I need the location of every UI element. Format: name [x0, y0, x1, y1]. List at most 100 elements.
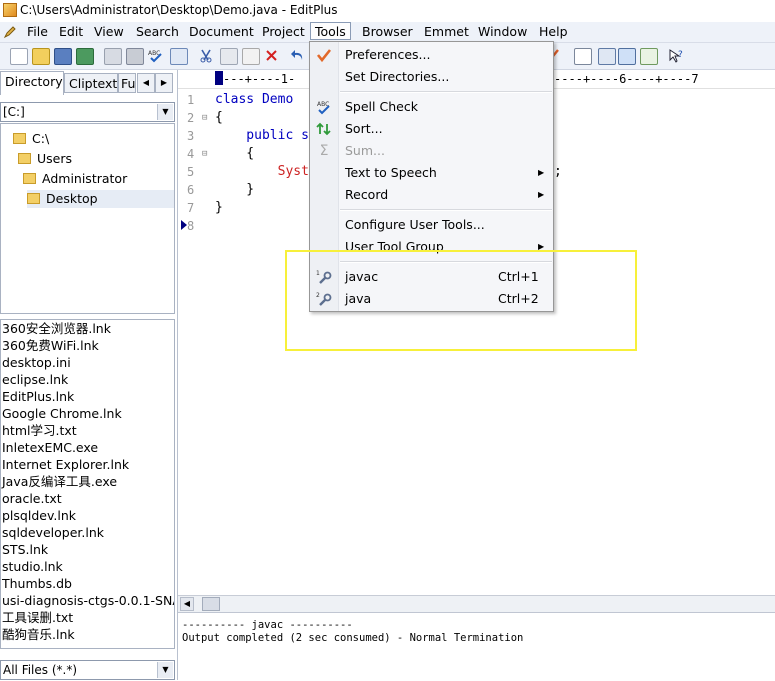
menu-document[interactable]: Document [185, 23, 258, 40]
code-line: { [215, 110, 223, 125]
list-item[interactable]: Internet Explorer.lnk [1, 456, 174, 473]
menu-edit[interactable]: Edit [55, 23, 87, 40]
list-item[interactable]: InletexEMC.exe [1, 439, 174, 456]
submenu-arrow-icon: ▶ [538, 190, 545, 199]
list-item[interactable]: 360免费WiFi.lnk [1, 337, 174, 354]
line-number: 5 [187, 165, 195, 179]
directory-panel: Directory Cliptext Fu ◀ ▶ [C:] ▼ C:\ Use… [0, 70, 178, 680]
fold-toggle-icon[interactable]: ⊟ [202, 149, 207, 159]
folder-item[interactable]: Administrator [23, 170, 127, 188]
list-item[interactable]: studio.lnk [1, 558, 174, 575]
folder-item-selected[interactable]: Desktop [27, 190, 174, 208]
chevron-down-icon: ▼ [157, 662, 173, 678]
folder-icon [23, 173, 36, 184]
output-line: Output completed (2 sec consumed) - Norm… [182, 632, 524, 644]
copy-icon[interactable] [220, 48, 238, 65]
list-item[interactable]: plsqldev.lnk [1, 507, 174, 524]
line-number: 3 [187, 129, 195, 143]
menu-separator [340, 91, 552, 93]
window-title: C:\Users\Administrator\Desktop\Demo.java… [20, 3, 338, 17]
list-item[interactable]: STS.lnk [1, 541, 174, 558]
new-file-icon[interactable] [10, 48, 28, 65]
list-item[interactable]: desktop.ini [1, 354, 174, 371]
menu-item-text-to-speech[interactable]: Text to Speech ▶ [311, 162, 552, 184]
menu-search[interactable]: Search [132, 23, 183, 40]
folder-tree: C:\ Users Administrator Desktop [0, 123, 175, 314]
save-all-icon[interactable] [76, 48, 94, 65]
fullscreen-icon[interactable] [640, 48, 658, 65]
menu-help[interactable]: Help [535, 23, 572, 40]
line-number: 1 [187, 93, 195, 107]
list-item[interactable]: 工具误删.txt [1, 609, 174, 626]
save-icon[interactable] [54, 48, 72, 65]
list-item[interactable]: 酷狗音乐.lnk [1, 626, 174, 643]
folder-icon [13, 133, 26, 144]
spell-check-icon: ABC [316, 99, 332, 115]
checkmark-icon [316, 47, 332, 63]
line-number: 6 [187, 183, 195, 197]
list-item[interactable]: Google Chrome.lnk [1, 405, 174, 422]
menu-emmet[interactable]: Emmet [420, 23, 473, 40]
list-item[interactable]: EditPlus.lnk [1, 388, 174, 405]
list-item[interactable]: eclipse.lnk [1, 371, 174, 388]
tab-directory[interactable]: Directory [0, 71, 64, 95]
menu-item-sort[interactable]: Sort... [311, 118, 552, 140]
drive-select[interactable]: [C:] ▼ [0, 102, 175, 122]
list-item[interactable]: 360安全浏览器.lnk [1, 320, 174, 337]
folder-item[interactable]: Users [18, 150, 72, 168]
file-list: 360安全浏览器.lnk 360免费WiFi.lnk desktop.ini e… [0, 319, 175, 649]
print-icon[interactable] [126, 48, 144, 65]
menu-item-sum[interactable]: Σ Sum... [311, 140, 552, 162]
menu-item-configure-user-tools[interactable]: Configure User Tools... [311, 214, 552, 236]
list-item[interactable]: oracle.txt [1, 490, 174, 507]
menu-view[interactable]: View [90, 23, 128, 40]
menu-item-spell-check[interactable]: ABC Spell Check [311, 96, 552, 118]
code-line: } [215, 182, 255, 197]
browser-icon[interactable] [170, 48, 188, 65]
list-item[interactable]: usi-diagnosis-ctgs-0.0.1-SNAF [1, 592, 174, 609]
list-item[interactable]: Java反编译工具.exe [1, 473, 174, 490]
ruler-toggle-icon[interactable] [598, 48, 616, 65]
title-bar: C:\Users\Administrator\Desktop\Demo.java… [0, 0, 775, 22]
menu-item-record[interactable]: Record ▶ [311, 184, 552, 206]
tab-cliptext[interactable]: Cliptext [64, 73, 118, 93]
paste-icon[interactable] [242, 48, 260, 65]
tab-scroll-left-button[interactable]: ◀ [137, 73, 155, 93]
pencil-icon [3, 25, 17, 39]
menu-project[interactable]: Project [258, 23, 309, 40]
open-folder-icon[interactable] [32, 48, 50, 65]
cut-icon[interactable] [198, 48, 214, 63]
word-wrap-icon[interactable] [574, 48, 592, 65]
list-item[interactable]: html学习.txt [1, 422, 174, 439]
menu-window[interactable]: Window [474, 23, 531, 40]
fold-toggle-icon[interactable]: ⊟ [202, 113, 207, 123]
tab-scroll-right-button[interactable]: ▶ [155, 73, 173, 93]
scrollbar-thumb[interactable] [202, 597, 220, 611]
code-line: Syst [215, 164, 309, 179]
file-filter-select[interactable]: All Files (*.*) ▼ [0, 660, 175, 680]
menu-item-preferences[interactable]: Preferences... [311, 44, 552, 66]
menu-browser[interactable]: Browser [358, 23, 417, 40]
sum-icon: Σ [319, 143, 329, 159]
line-number: 7 [187, 201, 195, 215]
menu-file[interactable]: File [23, 23, 52, 40]
list-item[interactable]: sqldeveloper.lnk [1, 524, 174, 541]
folder-item[interactable]: C:\ [13, 130, 49, 148]
line-number: 8 [187, 219, 195, 233]
list-item[interactable]: Thumbs.db [1, 575, 174, 592]
undo-icon[interactable] [290, 48, 306, 63]
code-line: class Demo [215, 92, 294, 107]
menu-tools[interactable]: Tools [310, 22, 351, 40]
print-preview-icon[interactable] [104, 48, 122, 65]
scroll-left-icon[interactable]: ◀ [180, 597, 194, 611]
line-number-icon[interactable] [618, 48, 636, 65]
help-cursor-icon[interactable]: ? [668, 48, 684, 63]
horizontal-scrollbar[interactable]: ◀ [178, 595, 775, 612]
delete-icon[interactable] [264, 48, 280, 63]
output-line: ---------- javac ---------- [182, 619, 353, 631]
submenu-arrow-icon: ▶ [538, 168, 545, 177]
code-fragment: ; [554, 164, 562, 179]
tab-functions[interactable]: Fu [118, 73, 136, 93]
menu-item-set-directories[interactable]: Set Directories... [311, 66, 552, 88]
spell-check-icon[interactable]: ABC [148, 48, 164, 63]
